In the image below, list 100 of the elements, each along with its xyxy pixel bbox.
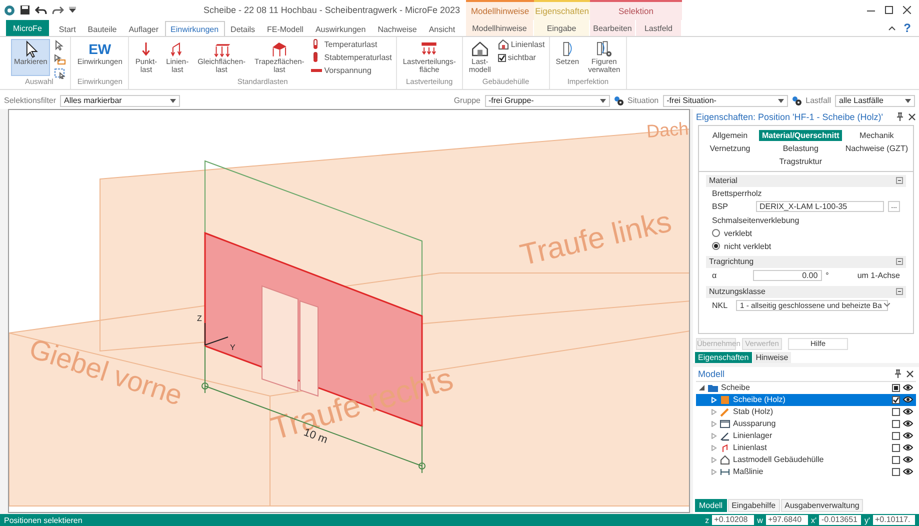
ribbon-button[interactable]: Stabtemperaturlast [310, 52, 393, 63]
checkbox[interactable] [498, 54, 506, 62]
square-icon [720, 394, 730, 405]
app-menu-button[interactable]: MicroFe [6, 20, 49, 36]
support-icon [720, 430, 730, 441]
close-icon [908, 112, 916, 121]
filter-dropdown[interactable]: alle Lastfälle [835, 94, 915, 107]
checkbox[interactable] [892, 432, 900, 440]
property-tab[interactable]: Belastung [780, 142, 822, 154]
property-tab[interactable]: Nachweise (GZT) [842, 142, 911, 154]
cursor-rectangle-button[interactable] [53, 53, 68, 65]
column-gear-icon [595, 40, 614, 58]
coordinate-field: -0.013651 [819, 515, 862, 526]
area-label: Traufe links [517, 205, 675, 272]
ribbon-tab[interactable]: Lastfeld [636, 20, 682, 36]
tree-item-label[interactable]: Scheibe [721, 383, 889, 392]
radio-button[interactable] [712, 242, 720, 250]
ribbon-tab[interactable]: Auflager [122, 21, 165, 36]
ribbon-tab[interactable]: Auswirkungen [309, 21, 372, 36]
checkbox[interactable] [892, 420, 900, 428]
close-icon [903, 6, 911, 14]
ribbon-button[interactable]: Temperaturlast [310, 39, 393, 50]
checkbox[interactable] [892, 408, 900, 416]
dropdown-icon [69, 7, 76, 13]
property-tab[interactable]: Mechanik [856, 130, 897, 141]
selection-rectangle-button[interactable] [53, 67, 68, 79]
filter-dropdown[interactable]: -frei Situation- [662, 94, 788, 107]
save-icon [20, 5, 30, 15]
gear-icon [792, 96, 802, 106]
unit-label: ° [826, 270, 830, 280]
checkbox[interactable] [892, 468, 900, 476]
eye-icon [903, 444, 913, 452]
dimension-icon [720, 466, 730, 477]
ribbon-tab[interactable]: Nachweise [372, 21, 423, 36]
ribbon-tab[interactable]: Ansicht [422, 21, 462, 36]
checkmark-icon [498, 54, 505, 60]
input-field[interactable]: 0.00 [752, 270, 822, 281]
axis-label: Z [197, 314, 202, 323]
property-tab[interactable]: Vernetzung [706, 142, 754, 154]
window-title: Scheibe - 22 08 11 Hochbau - Scheibentragwerk - MicroFe 2023 [202, 5, 461, 15]
radio-label: nicht verklebt [724, 242, 772, 251]
eye-icon [903, 456, 913, 464]
panel-tab[interactable]: Hinweise [752, 352, 792, 363]
panel-tab[interactable]: Modell [695, 499, 727, 512]
checkbox-label: sichtbar [508, 53, 536, 62]
tree-item-label[interactable]: Maßlinie [733, 467, 889, 476]
radio-label: verklebt [724, 228, 752, 238]
ribbon-tab[interactable]: Start [52, 21, 82, 36]
tree-item-label[interactable]: Lastmodell Gebäudehülle [733, 455, 889, 464]
panel-title: Eigenschaften: Position 'HF-1 - Scheibe (Holz)' [696, 112, 884, 122]
ribbon-tab[interactable]: FE-Modell [261, 21, 310, 36]
ribbon-tab[interactable]: Details [224, 21, 261, 36]
panel-tab[interactable]: Eigenschaften [695, 352, 752, 363]
checkbox[interactable] [892, 444, 900, 452]
help-button[interactable]: ? [904, 21, 911, 35]
collapse-icon [888, 25, 896, 31]
ribbon-tab[interactable]: Einwirkungen [164, 21, 225, 36]
filter-label: Lastfall [806, 96, 831, 106]
pin-icon [894, 369, 902, 378]
panel-tab[interactable]: Ausgabenverwaltung [780, 499, 864, 512]
input-field[interactable]: DERIX_X-LAM L-100-35 [756, 201, 884, 212]
tree-item-label[interactable]: Stab (Holz) [733, 407, 889, 416]
area-label: Dach [646, 118, 689, 142]
property-tab[interactable]: Tragstruktur [776, 156, 826, 167]
section-header[interactable]: Material [706, 174, 906, 187]
ribbon-button[interactable]: Linienlast [496, 39, 546, 50]
ribbon-tab[interactable]: Bearbeiten [590, 20, 636, 36]
dropdown-arrow-icon [778, 98, 784, 103]
filter-dropdown[interactable]: Alles markierbar [60, 94, 180, 107]
gear-icon [614, 96, 624, 106]
tree-item-label[interactable]: Linienlast [733, 443, 889, 452]
filter-dropdown[interactable]: -frei Gruppe- [484, 94, 610, 107]
eye-icon [903, 420, 913, 428]
property-tab[interactable]: Allgemein [709, 130, 751, 141]
property-tab[interactable]: Material/Querschnitt [758, 130, 842, 141]
house-icon [470, 40, 489, 58]
tree-item-label[interactable]: Linienlager [733, 431, 889, 440]
collapse-icon [896, 258, 903, 266]
eye-icon [903, 384, 913, 392]
checkbox[interactable] [892, 384, 900, 392]
area-label: Giebel vorne [26, 332, 186, 412]
tree-item-label[interactable]: Aussparung [733, 419, 889, 428]
section-header[interactable]: Nutzungsklasse [706, 286, 906, 298]
ribbon-tab[interactable]: Bauteile [82, 21, 123, 36]
pencil-icon [720, 406, 730, 417]
field-label: NKL [712, 300, 729, 310]
coordinate-label: x' [810, 516, 816, 525]
field-label: α [712, 270, 718, 280]
panel-title: Modell [698, 368, 726, 379]
context-group-title: Modellhinweise [470, 5, 530, 18]
window-icon [720, 418, 730, 429]
ribbon-button[interactable]: Vorspannung [310, 65, 393, 76]
checkbox[interactable] [892, 456, 900, 464]
radio-button[interactable] [712, 229, 720, 238]
coordinate-label: z [705, 516, 710, 525]
trapezoid-load-icon [270, 40, 288, 58]
section-header[interactable]: Tragrichtung [706, 256, 906, 268]
filter-label: Selektionsfilter [4, 96, 56, 106]
checkbox[interactable] [892, 396, 900, 404]
panel-tab[interactable]: Eingabehilfe [728, 499, 780, 512]
